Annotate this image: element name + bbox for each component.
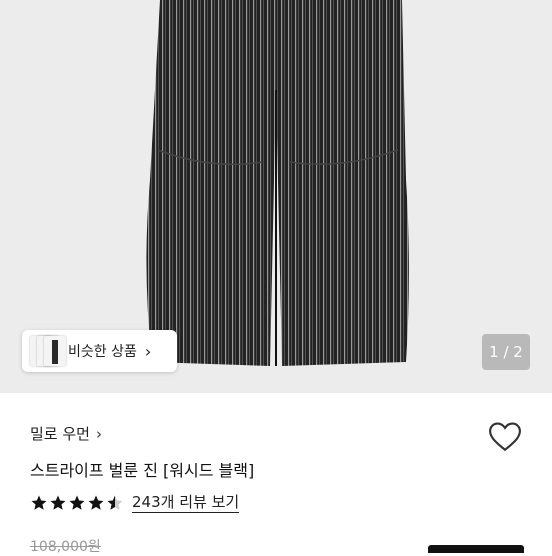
rating-row: 243개 리뷰 보기 bbox=[30, 493, 240, 513]
product-info: 밀로 우먼 › 스트라이프 벌룬 진 [워시드 블랙] 243개 리뷰 보기 1… bbox=[0, 393, 552, 555]
chevron-right-icon: › bbox=[144, 341, 152, 361]
star-icon bbox=[31, 495, 47, 510]
star-icon bbox=[69, 495, 85, 510]
similar-products-button[interactable]: 비슷한 상품 › bbox=[22, 330, 177, 372]
brand-name: 밀로 우먼 bbox=[30, 425, 90, 443]
brand-link[interactable]: 밀로 우먼 › bbox=[30, 423, 102, 444]
star-icon bbox=[50, 495, 66, 510]
half-star-icon bbox=[107, 495, 123, 510]
product-image-gallery[interactable]: 비슷한 상품 › 1 / 2 bbox=[0, 0, 552, 393]
chevron-right-icon: › bbox=[95, 424, 102, 443]
heart-outline-icon[interactable] bbox=[488, 421, 522, 453]
similar-thumbnails bbox=[26, 330, 66, 372]
star-rating bbox=[30, 494, 124, 512]
reviews-link[interactable]: 243개 리뷰 보기 bbox=[132, 493, 240, 513]
image-counter: 1 / 2 bbox=[482, 334, 530, 370]
product-title: 스트라이프 벌룬 진 [워시드 블랙] bbox=[30, 461, 255, 480]
original-price: 108,000원 bbox=[30, 539, 101, 555]
star-icon bbox=[88, 495, 104, 510]
similar-products-label: 비슷한 상품 bbox=[68, 344, 137, 360]
